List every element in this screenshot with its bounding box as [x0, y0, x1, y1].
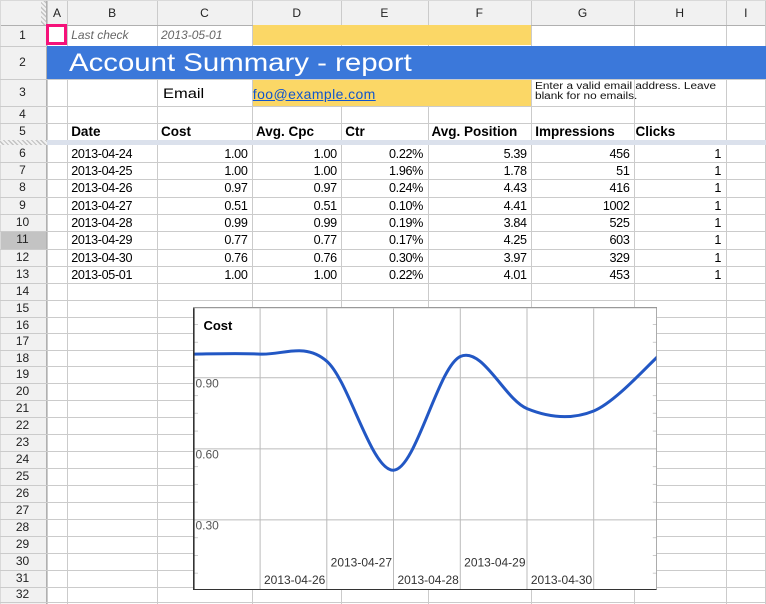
svg-text:2013-04-30: 2013-04-30 [530, 573, 592, 587]
svg-text:2013-04-26: 2013-04-26 [264, 573, 326, 587]
svg-text:0.90: 0.90 [195, 376, 219, 390]
svg-text:Cost: Cost [203, 318, 233, 333]
svg-text:2013-04-28: 2013-04-28 [397, 573, 459, 587]
svg-text:2013-04-27: 2013-04-27 [330, 555, 392, 569]
svg-text:0.60: 0.60 [195, 447, 219, 461]
svg-text:2013-04-29: 2013-04-29 [464, 555, 526, 569]
svg-text:0.30: 0.30 [195, 518, 219, 532]
